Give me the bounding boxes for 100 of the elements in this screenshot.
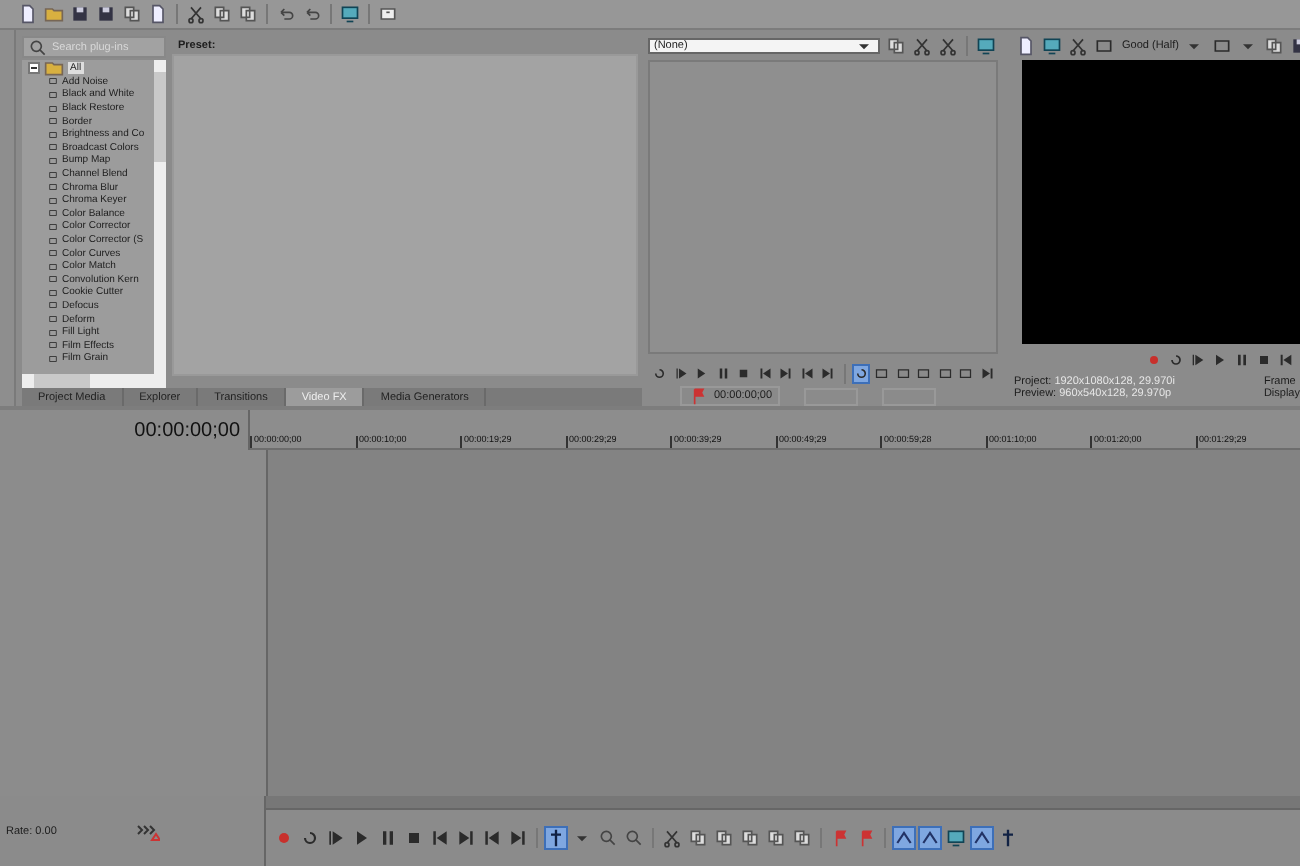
copy-button[interactable] (210, 2, 234, 26)
cut-icon (938, 36, 958, 56)
magnify-icon (624, 828, 644, 848)
doc-icon (1016, 36, 1036, 56)
frame-button[interactable] (956, 364, 975, 384)
playstart-button[interactable] (324, 826, 348, 850)
play-icon (694, 366, 709, 382)
copy-button[interactable] (764, 826, 788, 850)
cut-button[interactable] (910, 34, 934, 58)
copy-button[interactable] (120, 2, 144, 26)
loop-icon (652, 366, 667, 382)
frame-button[interactable] (935, 364, 954, 384)
search-icon (28, 37, 48, 57)
prev-button[interactable] (428, 826, 452, 850)
timeline-scrollbar[interactable] (266, 796, 1300, 810)
next-icon (508, 828, 528, 848)
next-button[interactable] (454, 826, 478, 850)
loop-icon (853, 366, 868, 382)
save-button[interactable] (68, 2, 92, 26)
prev-button[interactable] (1276, 350, 1296, 370)
next-button[interactable] (977, 364, 996, 384)
copy-button[interactable] (686, 826, 710, 850)
vertical-scrollbar[interactable] (154, 60, 166, 374)
pause-icon (1234, 352, 1250, 368)
copy-icon (740, 828, 760, 848)
prev-button[interactable] (480, 826, 504, 850)
cut-button[interactable] (184, 2, 208, 26)
prev-button[interactable] (797, 364, 816, 384)
next-button[interactable] (818, 364, 837, 384)
timeline-timecode: 00:00:00;00 (134, 419, 240, 441)
save-icon (70, 4, 90, 24)
copy-button[interactable] (236, 2, 260, 26)
horizontal-scrollbar[interactable] (22, 374, 166, 388)
frame-button[interactable] (914, 364, 933, 384)
frame-button[interactable] (1210, 34, 1235, 58)
stop-icon (1256, 352, 1272, 368)
doc-button[interactable] (146, 2, 170, 26)
rate-slider-icon[interactable] (136, 821, 161, 841)
monitor-button[interactable] (1040, 34, 1064, 58)
next-icon (820, 366, 835, 382)
rec-icon (1146, 352, 1162, 368)
copy-button[interactable] (712, 826, 736, 850)
loop-button[interactable] (650, 364, 669, 384)
copy-button[interactable] (790, 826, 814, 850)
copy-button[interactable] (738, 826, 762, 850)
marker-icon (830, 828, 850, 848)
copy-icon (238, 4, 258, 24)
loop-button[interactable] (851, 364, 870, 384)
frame-button[interactable] (893, 364, 912, 384)
monitor-button[interactable] (974, 34, 998, 58)
prev-icon (799, 366, 814, 382)
monitor-icon (340, 4, 360, 24)
cut-icon (186, 4, 206, 24)
monitor-icon (976, 36, 996, 56)
next-button[interactable] (776, 364, 795, 384)
save-button[interactable] (94, 2, 118, 26)
length-field[interactable] (882, 387, 937, 405)
doc-button[interactable] (1014, 34, 1038, 58)
frame-button[interactable] (1092, 34, 1116, 58)
doc-icon (18, 4, 38, 24)
collapse-icon[interactable] (28, 62, 40, 75)
monitor-button[interactable] (338, 2, 362, 26)
play-button[interactable] (692, 364, 711, 384)
stop-button[interactable] (1254, 350, 1274, 370)
next-icon (456, 828, 476, 848)
pause-icon (715, 366, 730, 382)
selection-field[interactable] (804, 387, 859, 405)
doc-button[interactable] (16, 2, 40, 26)
frame-button[interactable] (872, 364, 891, 384)
copy-icon (886, 36, 906, 56)
magnify-icon (598, 828, 618, 848)
magnify-button[interactable] (622, 826, 646, 850)
cut-button[interactable] (936, 34, 960, 58)
loop-icon (300, 828, 320, 848)
playstart-icon (1190, 352, 1206, 368)
copy-button[interactable] (884, 34, 908, 58)
loop-button[interactable] (298, 826, 322, 850)
prev-icon (482, 828, 502, 848)
folder-icon (44, 4, 64, 24)
play-icon (352, 828, 372, 848)
pause-button[interactable] (1232, 350, 1252, 370)
prev-icon (757, 366, 772, 382)
loop-button[interactable] (1166, 350, 1186, 370)
undo-icon (302, 4, 322, 24)
undo-icon (276, 4, 296, 24)
playstart-icon (673, 366, 688, 382)
prev-button[interactable] (755, 364, 774, 384)
monitor-button[interactable] (944, 826, 968, 850)
magnify-button[interactable] (596, 826, 620, 850)
stop-icon (404, 828, 424, 848)
cut-button[interactable] (660, 826, 684, 850)
next-button[interactable] (506, 826, 530, 850)
cut-button[interactable] (1066, 34, 1090, 58)
frame-icon (1212, 36, 1233, 56)
playstart-button[interactable] (671, 364, 690, 384)
playstart-button[interactable] (1188, 350, 1208, 370)
copy-icon (1264, 36, 1285, 56)
loop-icon (1168, 352, 1184, 368)
copy-button[interactable] (1262, 34, 1287, 58)
copy-icon (212, 4, 232, 24)
